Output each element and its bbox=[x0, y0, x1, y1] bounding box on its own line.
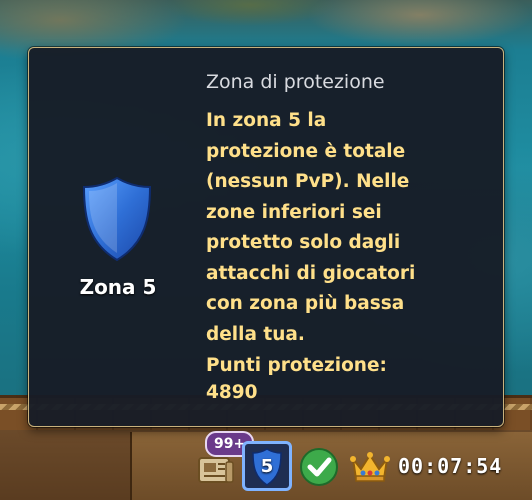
zone-number: 5 bbox=[260, 456, 274, 477]
protection-zone-button[interactable]: 5 bbox=[242, 441, 292, 491]
protection-points-value: 4890 bbox=[206, 382, 258, 403]
protection-points-label: Punti protezione: bbox=[206, 355, 387, 376]
zone-label: Zona 5 bbox=[79, 275, 157, 299]
countdown-timer: 00:07:54 bbox=[398, 454, 503, 478]
check-icon[interactable] bbox=[299, 447, 339, 487]
tooltip-title: Zona di protezione bbox=[206, 71, 385, 93]
shield-icon bbox=[81, 175, 153, 263]
protection-zone-tooltip: Zona 5 Zona di protezione In zona 5 la p… bbox=[28, 47, 504, 427]
protection-points: Punti protezione: 4890 bbox=[206, 352, 491, 406]
crown-icon[interactable] bbox=[349, 449, 391, 485]
tooltip-description: In zona 5 la protezione è totale (nessun… bbox=[206, 110, 416, 345]
